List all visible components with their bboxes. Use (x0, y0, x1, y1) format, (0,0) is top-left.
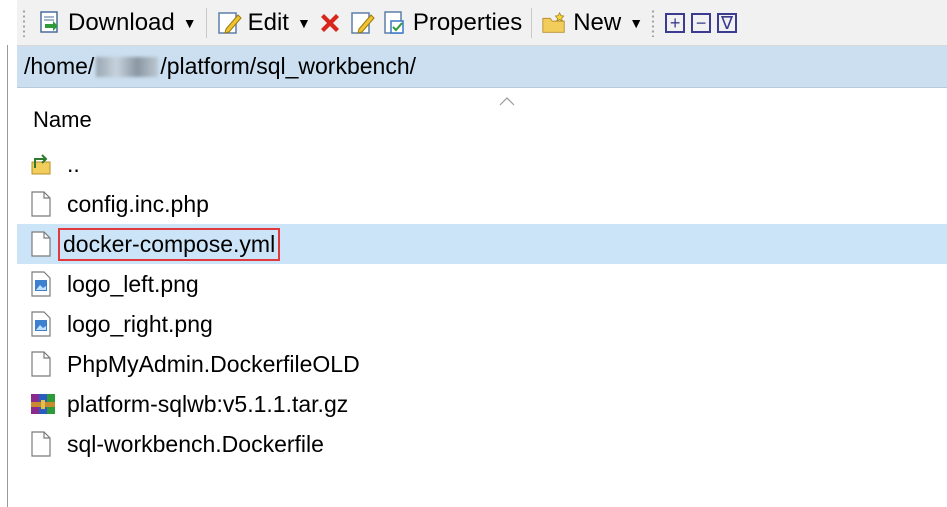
file-name: sql-workbench.Dockerfile (67, 430, 324, 457)
file-name: .. (67, 150, 80, 177)
properties-label: Properties (412, 8, 523, 36)
unselect-files-button[interactable]: − (691, 12, 712, 33)
path-bar[interactable]: /home/ /platform/sql_workbench/ (17, 46, 947, 88)
image-file-icon (30, 311, 60, 337)
file-row[interactable]: platform-sqlwb:v5.1.1.tar.gz (17, 384, 947, 424)
toolbar-separator (205, 7, 207, 38)
edit-button[interactable]: Edit ▼ (213, 4, 314, 42)
rename-button[interactable] (346, 4, 378, 42)
path-suffix: /platform/sql_workbench/ (160, 53, 417, 79)
parent-folder-icon (30, 152, 60, 176)
toolbar: Download ▼ Edit ▼ Properties New ▼ + − ∇ (17, 0, 947, 46)
new-dropdown-arrow[interactable]: ▼ (629, 15, 643, 31)
file-name: PhpMyAdmin.DockerfileOLD (67, 350, 360, 377)
file-row[interactable]: .. (17, 144, 947, 184)
file-name: logo_left.png (67, 270, 199, 297)
download-icon (36, 10, 62, 36)
sort-ascending-icon (499, 93, 515, 111)
image-file-icon (30, 271, 60, 297)
file-row[interactable]: logo_left.png (17, 264, 947, 304)
properties-icon (381, 10, 407, 36)
file-name: docker-compose.yml (58, 227, 281, 261)
path-prefix: /home/ (24, 53, 95, 79)
delete-button[interactable] (314, 4, 346, 42)
file-icon (30, 351, 60, 377)
edit-label: Edit (247, 8, 289, 36)
panel-divider (7, 45, 8, 507)
file-row[interactable]: logo_right.png (17, 304, 947, 344)
file-row[interactable]: config.inc.php (17, 184, 947, 224)
file-list: Name .. config.inc.php docker-compose.yml l… (17, 89, 947, 507)
edit-dropdown-arrow[interactable]: ▼ (297, 15, 311, 31)
file-row[interactable]: sql-workbench.Dockerfile (17, 424, 947, 464)
delete-icon (317, 10, 343, 36)
left-panel-edge (0, 0, 17, 507)
filter-button[interactable]: ∇ (717, 12, 738, 33)
toolbar-separator (531, 7, 533, 38)
toolbar-grip[interactable] (21, 8, 27, 37)
download-label: Download (68, 8, 175, 36)
edit-icon (216, 10, 242, 36)
file-list-header: Name (17, 89, 947, 144)
properties-button[interactable]: Properties (378, 4, 525, 42)
file-icon (30, 191, 60, 217)
archive-icon (30, 391, 60, 417)
rename-icon (349, 10, 375, 36)
download-dropdown-arrow[interactable]: ▼ (183, 15, 197, 31)
new-label: New (573, 8, 622, 36)
file-name: logo_right.png (67, 310, 213, 337)
file-icon (30, 231, 60, 257)
download-button[interactable]: Download ▼ (33, 4, 200, 42)
file-icon (30, 431, 60, 457)
select-files-button[interactable]: + (665, 12, 686, 33)
file-name: platform-sqlwb:v5.1.1.tar.gz (67, 390, 349, 417)
new-button[interactable]: New ▼ (538, 4, 646, 42)
redacted-username (96, 56, 159, 77)
file-row[interactable]: PhpMyAdmin.DockerfileOLD (17, 344, 947, 384)
toolbar-grip[interactable] (650, 8, 657, 37)
file-name: config.inc.php (67, 190, 209, 217)
new-folder-icon (541, 10, 567, 36)
column-header-name[interactable]: Name (33, 107, 92, 133)
file-row[interactable]: docker-compose.yml (17, 224, 947, 264)
